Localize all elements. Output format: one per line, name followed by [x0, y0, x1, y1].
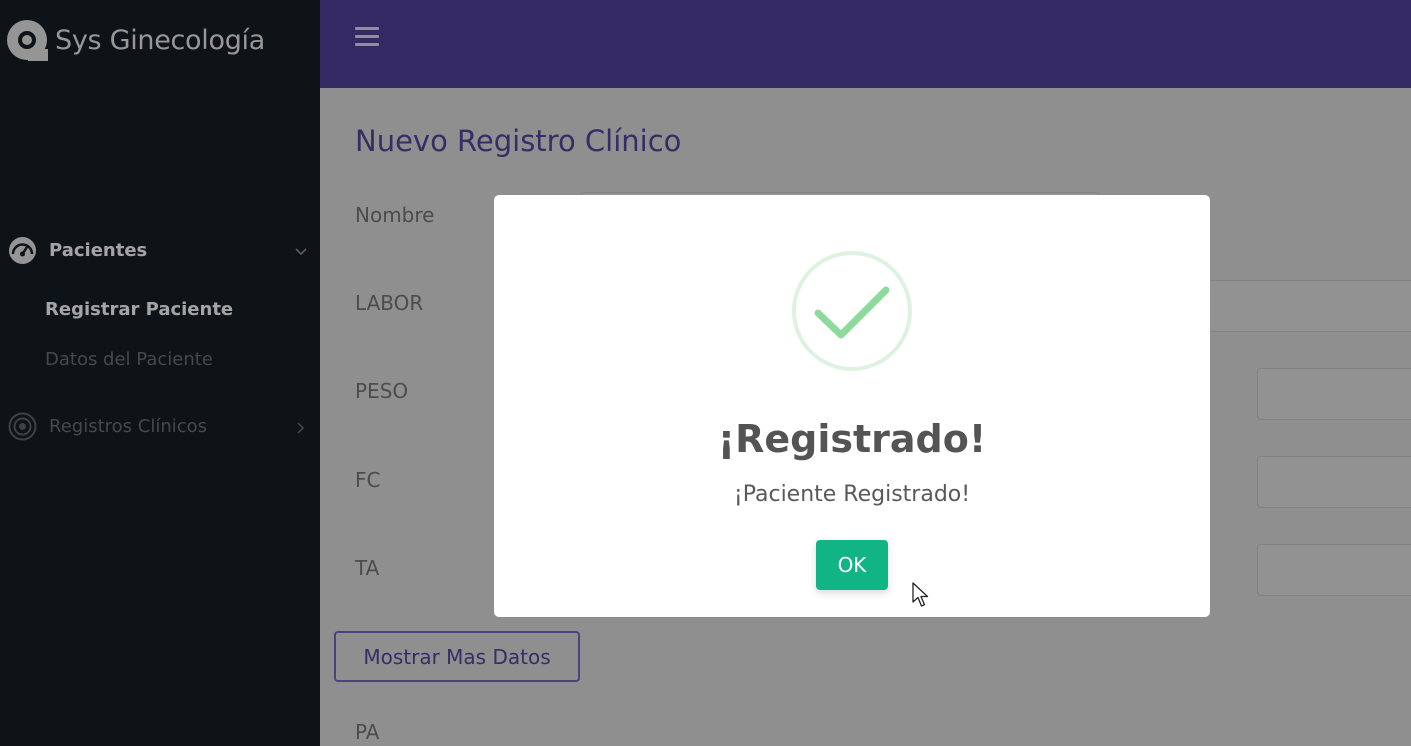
dialog-message: ¡Paciente Registrado! [733, 482, 971, 507]
dialog-title: ¡Registrado! [717, 417, 987, 461]
success-dialog: ¡Registrado! ¡Paciente Registrado! OK [494, 195, 1210, 617]
ok-button[interactable]: OK [816, 540, 888, 590]
mouse-cursor-icon [912, 582, 930, 608]
success-check-icon [791, 250, 913, 372]
